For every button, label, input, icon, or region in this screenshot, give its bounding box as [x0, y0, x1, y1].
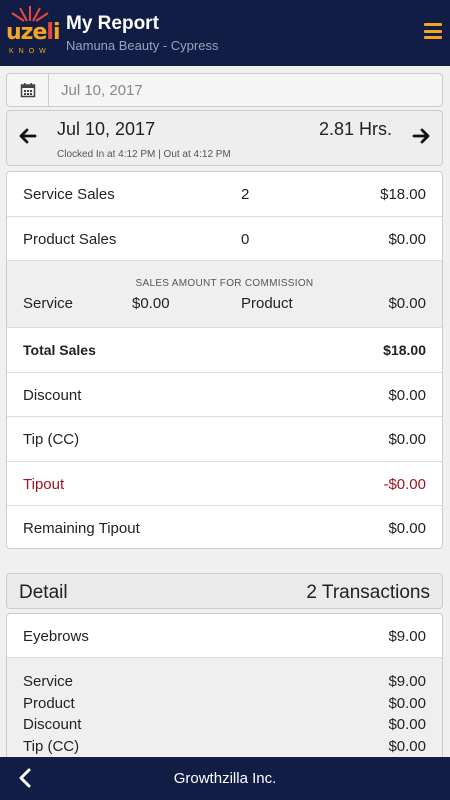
calendar-icon[interactable] [7, 74, 49, 106]
product-sales-row: Product Sales 0 $0.00 [7, 217, 442, 261]
detail-title: Detail [19, 582, 68, 603]
item-name: Eyebrows [23, 628, 89, 645]
service-sales-label: Service Sales [23, 186, 115, 203]
breakdown-label: Tip (CC) [23, 737, 80, 755]
tip-row: Tip (CC) $0.00 [7, 417, 442, 462]
tip-amount: $0.00 [388, 431, 426, 448]
logo-subtext: KNOW [9, 48, 51, 55]
breakdown-line: Product $0.00 [7, 695, 442, 717]
app-header: uzeli KNOW My Report Namuna Beauty - Cyp… [0, 0, 450, 66]
total-sales-row: Total Sales $18.00 [7, 328, 442, 373]
transaction-count: 2 Transactions [306, 582, 430, 603]
commission-service-value: $0.00 [132, 295, 170, 312]
breakdown-value: $9.00 [388, 673, 426, 690]
item-breakdown: Service $9.00 Product $0.00 Discount $0.… [7, 658, 442, 762]
tipout-row: Tipout -$0.00 [7, 462, 442, 506]
salon-name: Namuna Beauty - Cypress [66, 38, 219, 53]
service-sales-amount: $18.00 [380, 186, 426, 203]
clock-in-out-info: Clocked In at 4:12 PM | Out at 4:12 PM [57, 149, 231, 160]
breakdown-value: $0.00 [388, 716, 426, 733]
commission-product-label: Product [241, 295, 293, 312]
breakdown-value: $0.00 [388, 737, 426, 755]
date-input-value[interactable]: Jul 10, 2017 [49, 82, 143, 99]
page-title: My Report [66, 13, 159, 34]
sales-summary-card: Service Sales 2 $18.00 Product Sales 0 $… [6, 171, 443, 549]
commission-service-label: Service [23, 295, 74, 312]
selected-date: Jul 10, 2017 [57, 119, 156, 139]
tipout-label: Tipout [23, 475, 65, 493]
hours-worked: 2.81 Hrs. [318, 119, 392, 139]
breakdown-value: $0.00 [388, 694, 426, 712]
breakdown-line: Service $9.00 [7, 673, 442, 695]
detail-header: Detail 2 Transactions [6, 573, 443, 609]
service-sales-row: Service Sales 2 $18.00 [7, 172, 442, 217]
tip-label: Tip (CC) [23, 431, 80, 448]
tipout-amount: -$0.00 [383, 475, 426, 493]
discount-label: Discount [23, 386, 82, 404]
commission-caption: SALES AMOUNT FOR COMMISSION [135, 278, 314, 289]
remaining-tipout-row: Remaining Tipout $0.00 [7, 506, 442, 551]
breakdown-label: Product [23, 694, 75, 712]
logo-wordmark: uzeli [6, 20, 60, 45]
hamburger-menu-icon[interactable] [424, 23, 442, 41]
discount-row: Discount $0.00 [7, 373, 442, 417]
total-sales-amount: $18.00 [383, 342, 426, 358]
uzeli-logo: uzeli KNOW [0, 0, 60, 66]
breakdown-label: Service [23, 673, 74, 690]
total-sales-label: Total Sales [23, 342, 96, 358]
transaction-item-card[interactable]: Eyebrows $9.00 Service $9.00 Product $0.… [6, 613, 443, 763]
discount-amount: $0.00 [388, 386, 426, 404]
day-navigator: Jul 10, 2017 2.81 Hrs. Clocked In at 4:1… [6, 110, 443, 166]
item-amount: $9.00 [388, 628, 426, 645]
transaction-item-row[interactable]: Eyebrows $9.00 [7, 614, 442, 658]
footer-brand: Growthzilla Inc. [173, 770, 277, 787]
date-picker-field[interactable]: Jul 10, 2017 [6, 73, 443, 107]
commission-section: SALES AMOUNT FOR COMMISSION Service $0.0… [7, 261, 442, 328]
remaining-tipout-amount: $0.00 [388, 520, 426, 537]
commission-product-value: $0.00 [388, 295, 426, 312]
breakdown-line: Discount $0.00 [7, 716, 442, 738]
service-sales-count: 2 [241, 186, 250, 203]
product-sales-label: Product Sales [23, 230, 117, 248]
product-sales-amount: $0.00 [388, 230, 426, 248]
breakdown-label: Discount [23, 716, 82, 733]
app-footer: Growthzilla Inc. [0, 757, 450, 800]
product-sales-count: 0 [241, 230, 250, 248]
previous-day-arrow-icon[interactable] [17, 125, 39, 147]
remaining-tipout-label: Remaining Tipout [23, 520, 140, 537]
breakdown-line: Tip (CC) $0.00 [7, 738, 442, 760]
next-day-arrow-icon[interactable] [410, 125, 432, 147]
